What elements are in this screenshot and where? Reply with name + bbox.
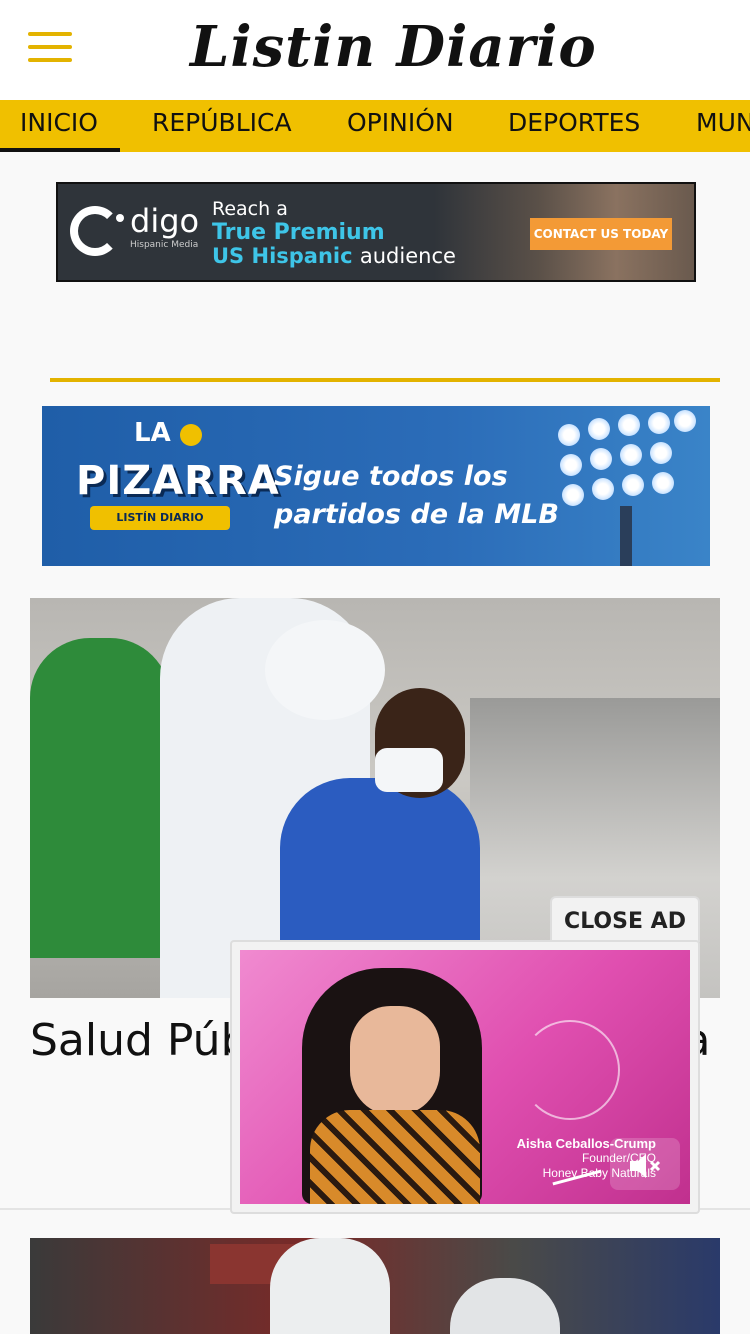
hamburger-menu-icon[interactable] [28, 32, 72, 68]
ad-line-3-highlight: US Hispanic [212, 244, 353, 268]
nav-item-opinion[interactable]: OPINIÓN [347, 100, 454, 152]
ad-line-2: True Premium [212, 220, 385, 245]
baseball-icon [180, 424, 202, 446]
section-divider [50, 378, 720, 382]
light-pole [620, 506, 632, 566]
contact-us-button[interactable]: CONTACT US TODAY [530, 218, 672, 250]
digo-logo-dot [116, 214, 124, 222]
digo-logo-icon [70, 206, 120, 256]
pizarra-ribbon: LISTÍN DIARIO [90, 506, 230, 530]
close-ad-button[interactable]: CLOSE AD [550, 896, 700, 942]
story-image-2[interactable] [30, 1238, 720, 1334]
site-logo[interactable]: Listin Diario [190, 12, 597, 82]
la-pizarra-banner[interactable]: LA PIZARRA LISTÍN DIARIO Sigue todos los… [42, 406, 710, 566]
section-nav: INICIO REPÚBLICA OPINIÓN DEPORTES MUN [0, 100, 750, 152]
site-header: Listin Diario [0, 0, 750, 100]
pizarra-slogan: Sigue todos los partidos de la MLB [274, 461, 559, 530]
ad-brand-sub: Hispanic Media [130, 240, 199, 250]
ad-line-3: US Hispanic audience [212, 244, 456, 268]
nav-item-deportes[interactable]: DEPORTES [508, 100, 640, 152]
stadium-lights-icon [554, 410, 696, 510]
pizarra-logo: PIZARRA [76, 458, 280, 504]
pizarra-la: LA [134, 418, 171, 448]
logo-text: Listin Diario [190, 14, 597, 80]
ad-line-3-rest: audience [359, 244, 456, 268]
speaker-muted-icon[interactable] [610, 1138, 680, 1190]
nav-item-mundo[interactable]: MUN [696, 100, 750, 152]
digo-ad-banner[interactable]: digo Hispanic Media Reach a True Premium… [56, 182, 696, 282]
nav-item-republica[interactable]: REPÚBLICA [152, 100, 292, 152]
video-ad-player[interactable]: Aisha Ceballos-Crump Founder/CEO Honey B… [240, 950, 690, 1204]
ad-brand: digo [130, 202, 200, 240]
ad-line-1: Reach a [212, 198, 288, 220]
nav-item-inicio[interactable]: INICIO [0, 100, 120, 152]
